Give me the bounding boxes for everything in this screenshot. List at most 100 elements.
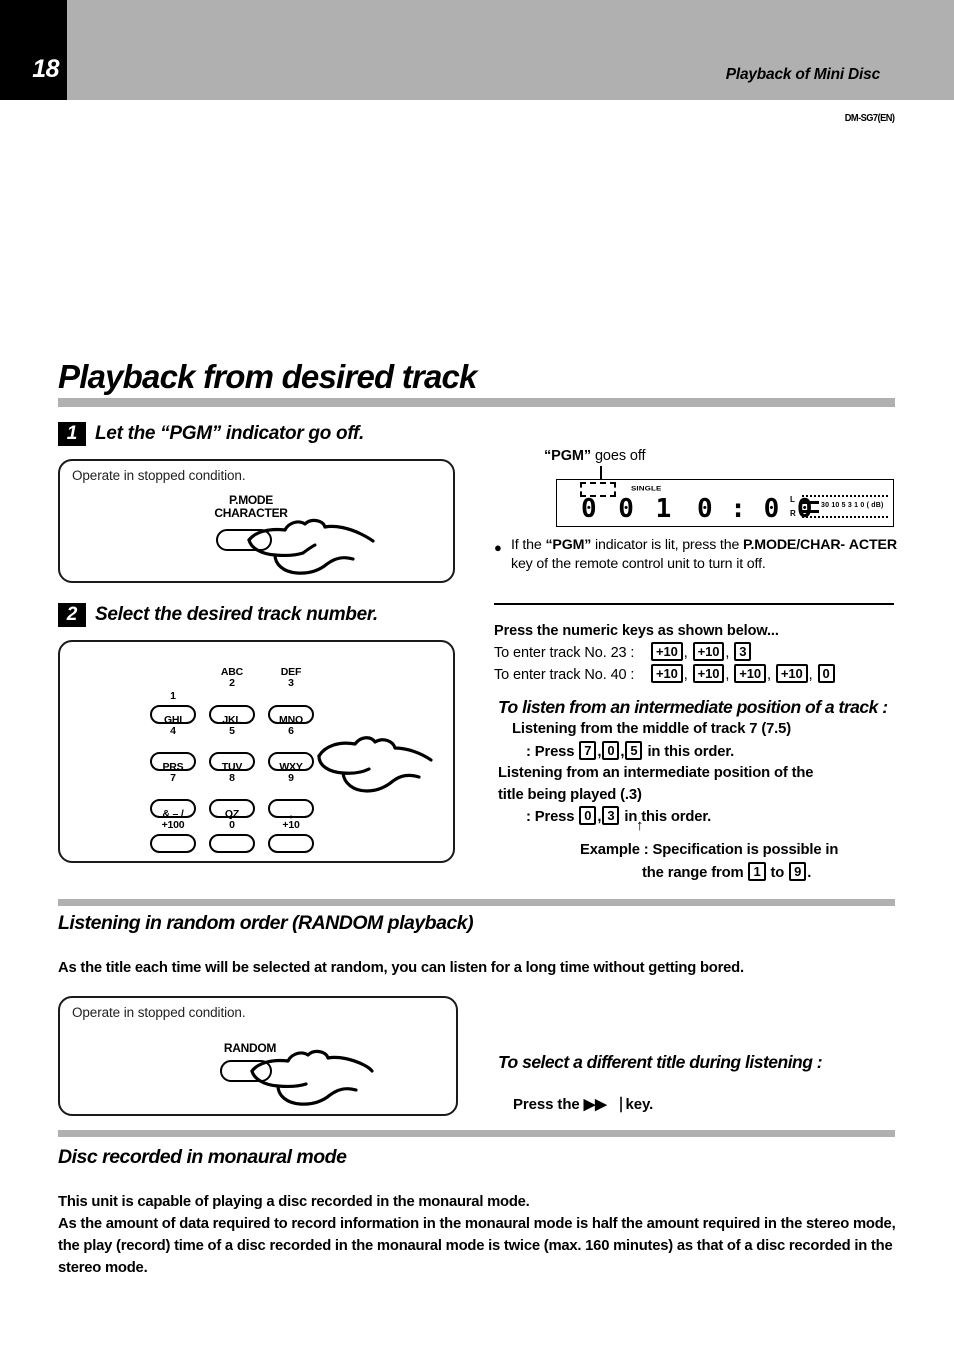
key-cap-8: TUV 8 — [202, 762, 262, 784]
keycap-plus10-c[interactable]: +10 — [651, 664, 683, 683]
note-seg-1: If the — [511, 537, 546, 553]
pgm-callout-rest: goes off — [591, 448, 646, 464]
intermediate-line-2: : Press 7,0,5 in this order. — [526, 740, 735, 760]
random-section-paragraph: As the title each time will be selected … — [58, 960, 744, 976]
note-seg-3: indicator is lit, press the — [591, 537, 743, 553]
range-from-label: the range from — [642, 864, 748, 881]
key-cap-6: MNO 6 — [261, 715, 321, 737]
keycap-plus10-b[interactable]: +10 — [692, 642, 725, 661]
random-section-divider — [58, 899, 895, 906]
key-cap-7: PRS 7 — [143, 762, 203, 784]
key-digit-4: 4 — [170, 725, 176, 737]
keycap-plus10-f[interactable]: +10 — [775, 664, 808, 683]
example-line-1: Example : Specification is possible in — [580, 842, 839, 858]
note-seg-2: “PGM” — [545, 537, 592, 553]
keycap-plus10-e[interactable]: +10 — [734, 664, 767, 683]
model-code: DM-SG7(EN) — [844, 112, 894, 124]
select-title-heading: To select a different title during liste… — [498, 1052, 823, 1072]
bullet-icon: ● — [494, 540, 502, 555]
intermediate-body: Listening from the middle of track 7 (7.… — [498, 719, 908, 829]
key-cap-2: ABC 2 — [202, 667, 262, 689]
keypad-button-plus10[interactable] — [268, 834, 314, 853]
numeric-row-40-label: To enter track No. 40 : — [494, 667, 635, 683]
monaural-section-divider — [58, 1130, 895, 1137]
intermediate-line-3: Listening from an intermediate position … — [498, 765, 814, 781]
step-1-text: Let the “PGM” indicator go off. — [95, 423, 365, 444]
keypad-button-plus100[interactable] — [150, 834, 196, 853]
keycap-7[interactable]: 7 — [579, 740, 597, 760]
pgm-note: ● If the “PGM” indicator is lit, press t… — [494, 536, 906, 574]
key-cap-5: JKL 5 — [202, 715, 262, 737]
keycap-plus10-d[interactable]: +10 — [692, 664, 725, 683]
press-label-2: : Press — [526, 809, 579, 825]
key-cap-9: WXY 9 — [261, 762, 321, 784]
lcd-display: SINGLE 0 0 1 0 : 0 0 L R 30 10 5 3 1 0 (… — [556, 479, 894, 527]
intermediate-line-5: : Press 0,3 in this order. — [526, 806, 712, 825]
meter-right-bar — [802, 510, 819, 513]
key-cap-4: GHI 4 — [143, 715, 203, 737]
numeric-section-divider — [494, 603, 894, 605]
random-section-heading: Listening in random order (RANDOM playba… — [58, 912, 474, 934]
page-title: Playback from desired track — [58, 358, 477, 395]
key-digit-7: 7 — [170, 772, 176, 784]
meter-left-bar — [802, 501, 819, 504]
key-digit-plus100: +100 — [161, 819, 185, 831]
lcd-track-number: 0 0 1 — [581, 494, 675, 524]
step-1-heading: 1 Let the “PGM” indicator go off. — [58, 422, 364, 446]
keycap-0-c[interactable]: 0 — [579, 806, 597, 825]
keycap-3-b[interactable]: 3 — [602, 806, 620, 825]
key-digit-1: 1 — [170, 690, 176, 702]
keycap-9[interactable]: 9 — [789, 861, 807, 881]
monaural-section-heading: Disc recorded in monaural mode — [58, 1146, 347, 1168]
keycap-1[interactable]: 1 — [748, 861, 766, 881]
keycap-3[interactable]: 3 — [734, 642, 752, 661]
press-label-1: : Press — [526, 743, 579, 760]
step-2-badge: 2 — [58, 603, 86, 627]
pgm-note-text: If the “PGM” indicator is lit, press the… — [494, 536, 906, 574]
keycap-0[interactable]: 0 — [817, 664, 835, 683]
note-seg-5: ACTER — [848, 537, 897, 553]
meter-right-label: R — [790, 509, 796, 518]
keycap-5[interactable]: 5 — [625, 740, 643, 760]
intermediate-heading: To listen from an intermediate position … — [498, 697, 888, 717]
note-seg-6: key of the remote control unit to turn i… — [511, 556, 766, 572]
pgm-callout-quoted: “PGM” — [544, 448, 592, 464]
title-divider — [58, 398, 895, 407]
order-label-2: in this order. — [620, 809, 712, 825]
key-digit-8: 8 — [229, 772, 235, 784]
order-label-1: in this order. — [643, 743, 735, 760]
key-digit-3: 3 — [288, 677, 294, 689]
numeric-row-40: To enter track No. 40 : +10, +10, +10, +1… — [494, 664, 836, 686]
step-2-heading: 2 Select the desired track number. — [58, 603, 378, 627]
note-seg-4: P.MODE/CHAR- — [743, 537, 845, 553]
keycap-0-b[interactable]: 0 — [602, 740, 620, 760]
lcd-time: 0 : 0 0 — [697, 494, 814, 524]
key-digit-2: 2 — [229, 677, 235, 689]
key-cap-plus10: , +10 — [261, 809, 321, 831]
example-line-2: the range from 1 to 9. — [580, 861, 910, 885]
page-number-box: 18 — [0, 0, 67, 100]
numeric-header: Press the numeric keys as shown below... — [494, 623, 779, 639]
example-period: . — [807, 864, 812, 881]
hand-pressing-random-icon — [250, 1049, 374, 1106]
meter-left-dots — [802, 495, 888, 497]
numeric-row-23-label: To enter track No. 23 : — [494, 645, 635, 661]
numeric-row-23: To enter track No. 23 : +10, +10, 3 — [494, 642, 836, 664]
up-arrow-icon: ↑ — [636, 817, 644, 834]
select-title-instruction: Press the ▶▶⎹ key. — [513, 1096, 654, 1113]
single-indicator-label: SINGLE — [631, 484, 662, 493]
keycap-plus10-a[interactable]: +10 — [651, 642, 683, 661]
monaural-section-paragraph: This unit is capable of playing a disc r… — [58, 1194, 896, 1276]
step-2-text: Select the desired track number. — [95, 604, 378, 625]
key-cap-0: QZ 0 — [202, 809, 262, 831]
pgm-callout-text: “PGM” goes off — [544, 448, 646, 464]
header-band — [0, 0, 954, 100]
pmode-panel-caption: Operate in stopped condition. — [72, 468, 246, 483]
header-title: Playback of Mini Disc — [725, 66, 880, 83]
keypad-button-0[interactable] — [209, 834, 255, 853]
hand-pressing-icon — [247, 518, 375, 575]
keypad-illustration-panel: 1 ABC 2 DEF 3 GHI 4 JKL 5 MNO 6 PRS 7 TUV 8 WXY… — [58, 640, 455, 863]
key-digit-plus10: +10 — [282, 819, 300, 831]
key-digit-6: 6 — [288, 725, 294, 737]
key-cap-3: DEF 3 — [261, 667, 321, 689]
